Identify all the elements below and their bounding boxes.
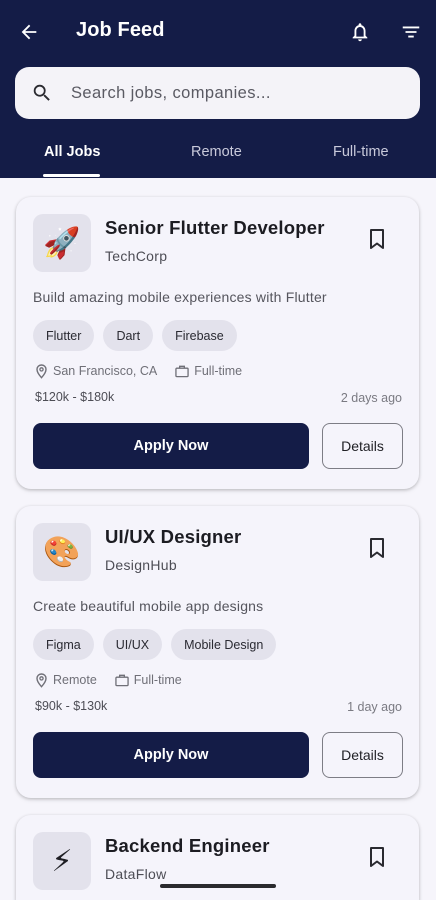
- posted-date: 1 day ago: [347, 700, 402, 714]
- job-meta: Remote Full-time: [34, 672, 182, 688]
- salary-text: $90k - $130k: [35, 699, 108, 713]
- job-type: Full-time: [133, 673, 182, 687]
- company-name: DesignHub: [105, 557, 177, 573]
- skill-tags: Figma UI/UX Mobile Design: [33, 629, 277, 660]
- job-description: Create beautiful mobile app designs: [33, 598, 264, 614]
- company-logo: 🚀: [33, 214, 91, 272]
- salary-range: $120k - $180k: [35, 390, 114, 404]
- tab-full-time[interactable]: Full-time: [333, 144, 389, 160]
- job-location: San Francisco, CA: [53, 364, 158, 378]
- top-app-bar: Job Feed: [0, 0, 436, 64]
- page-title: Job Feed: [76, 19, 165, 41]
- posted-date: 2 days ago: [340, 391, 402, 405]
- briefcase-icon: [115, 673, 129, 687]
- bookmark-icon: [370, 847, 384, 867]
- job-type: Full-time: [194, 364, 243, 378]
- job-title: Backend Engineer: [105, 835, 270, 856]
- skill-tag[interactable]: Figma: [33, 629, 94, 660]
- skill-tag[interactable]: Flutter: [33, 320, 95, 351]
- job-card[interactable]: 🚀 Senior Flutter Developer TechCorp Buil…: [16, 197, 419, 489]
- search-bar[interactable]: [15, 67, 420, 119]
- bookmark-button[interactable]: [365, 535, 389, 561]
- salary-text: $120k - $180k: [35, 390, 115, 404]
- company-name: DataFlow: [105, 866, 167, 882]
- back-button[interactable]: [14, 17, 44, 47]
- location-pin-icon: [34, 672, 48, 688]
- skill-tags: Flutter Dart Firebase: [33, 320, 237, 351]
- details-button[interactable]: Details: [322, 423, 403, 469]
- bookmark-button[interactable]: [365, 226, 389, 252]
- skill-tag[interactable]: Mobile Design: [171, 629, 277, 660]
- apply-now-button[interactable]: Apply Now: [33, 732, 309, 778]
- bell-icon: [352, 23, 368, 42]
- job-location: Remote: [53, 673, 97, 687]
- bookmark-button[interactable]: [365, 844, 389, 870]
- job-title: UI/UX Designer: [105, 526, 242, 547]
- app-header: Job Feed All Jobs Remote Full-time: [0, 0, 436, 178]
- job-tabs: All Jobs Remote Full-time: [0, 132, 436, 178]
- tab-indicator: [43, 174, 100, 177]
- location-pin-icon: [34, 363, 48, 379]
- search-icon: [30, 81, 54, 105]
- company-logo: ⚡: [33, 832, 91, 890]
- notifications-button[interactable]: [345, 17, 375, 47]
- salary-range: $90k - $130k: [35, 699, 107, 713]
- home-indicator[interactable]: [160, 884, 276, 888]
- details-button[interactable]: Details: [322, 732, 403, 778]
- tab-remote[interactable]: Remote: [191, 144, 242, 160]
- job-card[interactable]: 🎨 UI/UX Designer DesignHub Create beauti…: [16, 506, 419, 798]
- search-input[interactable]: [71, 83, 391, 103]
- job-title: Senior Flutter Developer: [105, 217, 325, 238]
- bookmark-icon: [370, 538, 384, 558]
- tab-all-jobs[interactable]: All Jobs: [44, 144, 100, 160]
- bookmark-icon: [370, 229, 384, 249]
- skill-tag[interactable]: UI/UX: [102, 629, 163, 660]
- apply-now-button[interactable]: Apply Now: [33, 423, 309, 469]
- briefcase-icon: [175, 364, 189, 378]
- job-description: Build amazing mobile experiences with Fl…: [33, 289, 327, 305]
- filter-button[interactable]: [396, 17, 426, 47]
- skill-tag[interactable]: Dart: [103, 320, 154, 351]
- filter-icon: [402, 26, 420, 38]
- company-logo: 🎨: [33, 523, 91, 581]
- job-meta: San Francisco, CA Full-time: [34, 363, 243, 379]
- arrow-left-icon: [21, 24, 37, 40]
- company-name: TechCorp: [105, 248, 168, 264]
- skill-tag[interactable]: Firebase: [162, 320, 237, 351]
